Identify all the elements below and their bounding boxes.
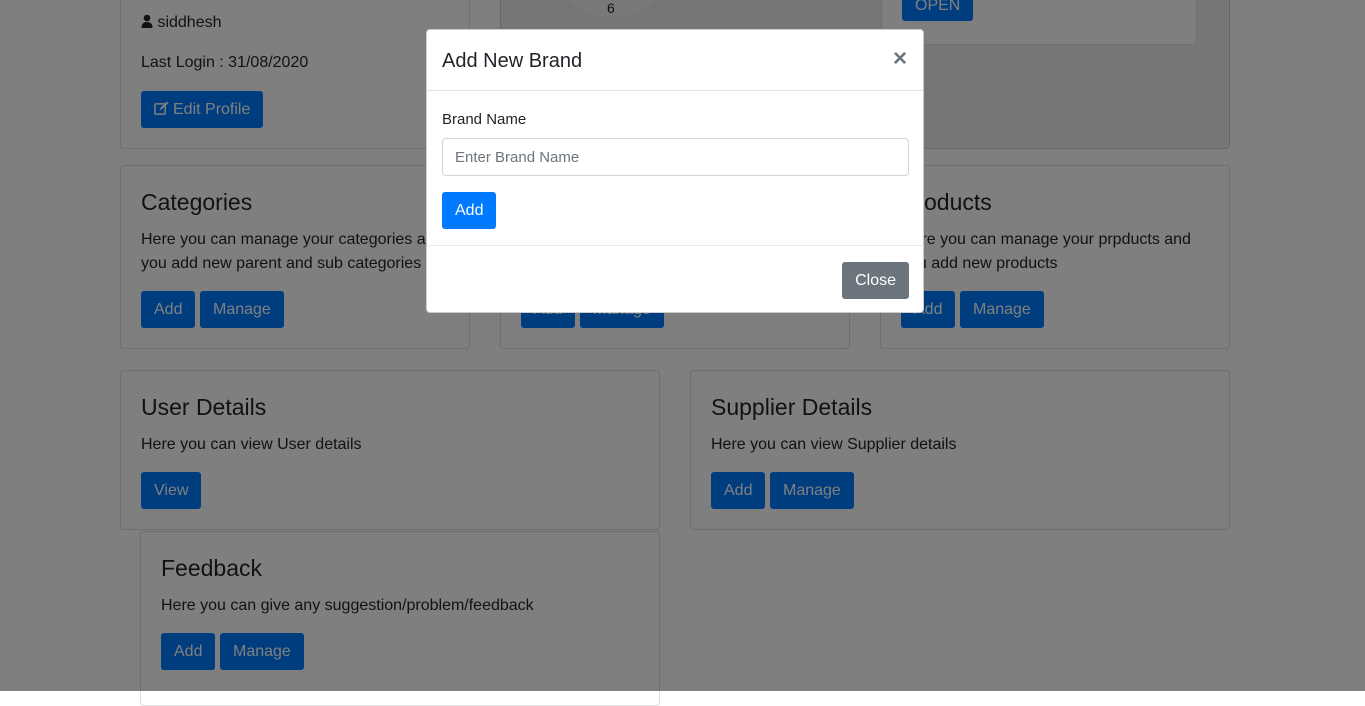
close-icon[interactable]: × [893,46,907,72]
brand-name-label: Brand Name [442,111,527,128]
modal-title: Add New Brand [442,50,583,72]
modal-footer: Close [427,245,923,313]
modal-close-button[interactable]: Close [842,262,909,299]
modal-add-button[interactable]: Add [442,192,497,229]
brand-name-input[interactable] [442,138,909,176]
modal-header: Add New Brand × [427,30,923,91]
add-brand-modal: Add New Brand × Brand Name Add Close [426,29,924,313]
